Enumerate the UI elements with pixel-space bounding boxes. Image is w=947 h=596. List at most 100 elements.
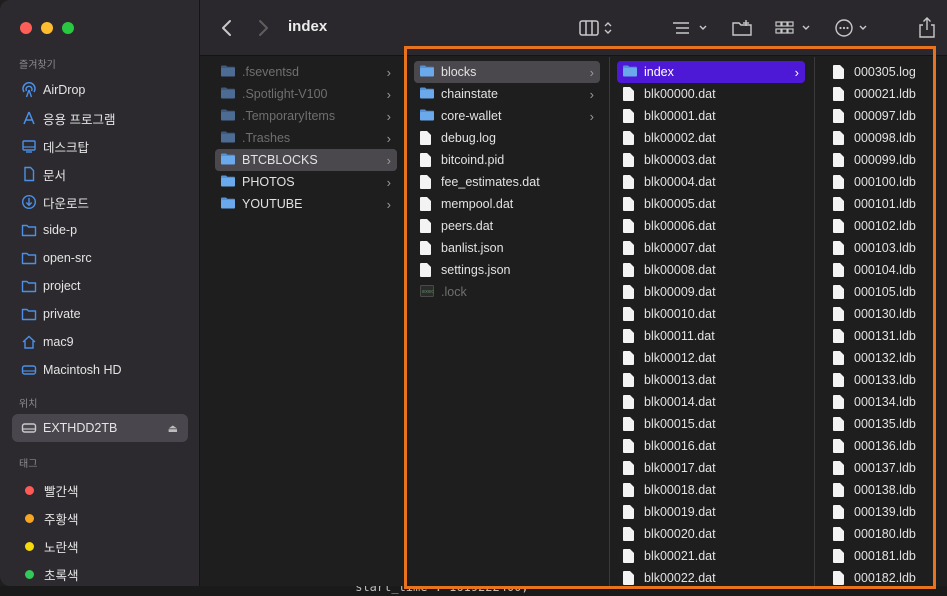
folder-row[interactable]: YOUTUBE ›: [215, 193, 397, 215]
zoom-button[interactable]: [62, 22, 74, 34]
file-row[interactable]: 000137.ldb: [827, 457, 947, 479]
eject-icon[interactable]: ⏏: [168, 422, 178, 435]
sidebar-item-문서[interactable]: 문서: [0, 160, 200, 188]
sidebar-tag[interactable]: 초록색: [0, 560, 200, 588]
file-row[interactable]: blk00002.dat: [617, 127, 805, 149]
file-row[interactable]: blk00019.dat: [617, 501, 805, 523]
file-row[interactable]: blk00004.dat: [617, 171, 805, 193]
file-row[interactable]: 000102.ldb: [827, 215, 947, 237]
file-row[interactable]: blk00007.dat: [617, 237, 805, 259]
sidebar-item-side-p[interactable]: side-p: [0, 216, 200, 244]
file-row[interactable]: fee_estimates.dat: [414, 171, 600, 193]
folder-icon: [221, 109, 235, 123]
file-row[interactable]: 000105.ldb: [827, 281, 947, 303]
folder-row[interactable]: PHOTOS ›: [215, 171, 397, 193]
file-row[interactable]: 000138.ldb: [827, 479, 947, 501]
share-button[interactable]: [918, 16, 936, 40]
file-row[interactable]: 000180.ldb: [827, 523, 947, 545]
file-row[interactable]: blk00014.dat: [617, 391, 805, 413]
file-row[interactable]: 000130.ldb: [827, 303, 947, 325]
folder-row[interactable]: chainstate ›: [414, 83, 600, 105]
sidebar-tag[interactable]: 주황색: [0, 504, 200, 532]
file-row[interactable]: bitcoind.pid: [414, 149, 600, 171]
file-row[interactable]: 000132.ldb: [827, 347, 947, 369]
sidebar-item-private[interactable]: private: [0, 300, 200, 328]
sidebar-item-mac9[interactable]: mac9: [0, 328, 200, 356]
forward-button[interactable]: [256, 16, 270, 40]
sidebar-tag[interactable]: 빨간색: [0, 476, 200, 504]
folder-row[interactable]: index ›: [617, 61, 805, 83]
file-row[interactable]: 000131.ldb: [827, 325, 947, 347]
file-row[interactable]: blk00018.dat: [617, 479, 805, 501]
sidebar-item-다운로드[interactable]: 다운로드: [0, 188, 200, 216]
minimize-button[interactable]: [41, 22, 53, 34]
sidebar-item-open-src[interactable]: open-src: [0, 244, 200, 272]
file-row[interactable]: 000104.ldb: [827, 259, 947, 281]
file-row[interactable]: blk00016.dat: [617, 435, 805, 457]
sidebar-item-응용-프로그램[interactable]: 응용 프로그램: [0, 104, 200, 132]
document-icon: [623, 153, 637, 167]
file-row[interactable]: blk00008.dat: [617, 259, 805, 281]
folder-row[interactable]: core-wallet ›: [414, 105, 600, 127]
new-folder-button[interactable]: [731, 16, 755, 40]
file-row[interactable]: blk00001.dat: [617, 105, 805, 127]
file-row[interactable]: 000098.ldb: [827, 127, 947, 149]
file-row[interactable]: 000136.ldb: [827, 435, 947, 457]
arrange-button[interactable]: [774, 16, 814, 40]
close-button[interactable]: [20, 22, 32, 34]
file-row[interactable]: 000134.ldb: [827, 391, 947, 413]
folder-icon: [21, 250, 37, 266]
file-row[interactable]: blk00005.dat: [617, 193, 805, 215]
document-icon: [833, 417, 847, 431]
file-row[interactable]: 000305.log: [827, 61, 947, 83]
folder-row[interactable]: .Spotlight-V100 ›: [215, 83, 397, 105]
folder-row[interactable]: blocks ›: [414, 61, 600, 83]
file-row[interactable]: blk00015.dat: [617, 413, 805, 435]
view-mode-button[interactable]: [579, 16, 615, 40]
file-row[interactable]: exec .lock: [414, 281, 600, 303]
file-row[interactable]: 000133.ldb: [827, 369, 947, 391]
file-row[interactable]: blk00000.dat: [617, 83, 805, 105]
folder-row[interactable]: .fseventsd ›: [215, 61, 397, 83]
folder-row[interactable]: .TemporaryItems ›: [215, 105, 397, 127]
file-row[interactable]: mempool.dat: [414, 193, 600, 215]
file-row[interactable]: blk00017.dat: [617, 457, 805, 479]
file-row[interactable]: blk00013.dat: [617, 369, 805, 391]
file-row[interactable]: banlist.json: [414, 237, 600, 259]
sidebar-item-project[interactable]: project: [0, 272, 200, 300]
file-row[interactable]: 000099.ldb: [827, 149, 947, 171]
file-row[interactable]: 000182.ldb: [827, 567, 947, 586]
file-row[interactable]: blk00022.dat: [617, 567, 805, 586]
file-row[interactable]: settings.json: [414, 259, 600, 281]
file-row[interactable]: 000100.ldb: [827, 171, 947, 193]
tag-color-dot: [25, 485, 34, 495]
file-row[interactable]: peers.dat: [414, 215, 600, 237]
columns-view-icon: [579, 20, 612, 36]
file-row[interactable]: 000139.ldb: [827, 501, 947, 523]
file-row[interactable]: 000103.ldb: [827, 237, 947, 259]
sidebar-item-macintosh-hd[interactable]: Macintosh HD: [0, 356, 200, 384]
folder-row[interactable]: .Trashes ›: [215, 127, 397, 149]
file-row[interactable]: 000101.ldb: [827, 193, 947, 215]
sidebar-item-데스크탑[interactable]: 데스크탑: [0, 132, 200, 160]
group-button[interactable]: [671, 16, 711, 40]
file-row[interactable]: blk00006.dat: [617, 215, 805, 237]
folder-row[interactable]: BTCBLOCKS ›: [215, 149, 397, 171]
file-row[interactable]: blk00021.dat: [617, 545, 805, 567]
sidebar-item-airdrop[interactable]: AirDrop: [0, 76, 200, 104]
file-row[interactable]: 000135.ldb: [827, 413, 947, 435]
file-row[interactable]: 000181.ldb: [827, 545, 947, 567]
back-button[interactable]: [220, 16, 234, 40]
file-row[interactable]: 000021.ldb: [827, 83, 947, 105]
file-row[interactable]: blk00011.dat: [617, 325, 805, 347]
file-row[interactable]: 000097.ldb: [827, 105, 947, 127]
file-row[interactable]: debug.log: [414, 127, 600, 149]
file-row[interactable]: blk00020.dat: [617, 523, 805, 545]
sidebar-tag[interactable]: 노란색: [0, 532, 200, 560]
action-button[interactable]: [834, 16, 872, 40]
file-row[interactable]: blk00003.dat: [617, 149, 805, 171]
file-row[interactable]: blk00012.dat: [617, 347, 805, 369]
file-row[interactable]: blk00009.dat: [617, 281, 805, 303]
file-row[interactable]: blk00010.dat: [617, 303, 805, 325]
sidebar-item-exthdd2tb[interactable]: EXTHDD2TB ⏏: [12, 414, 188, 442]
